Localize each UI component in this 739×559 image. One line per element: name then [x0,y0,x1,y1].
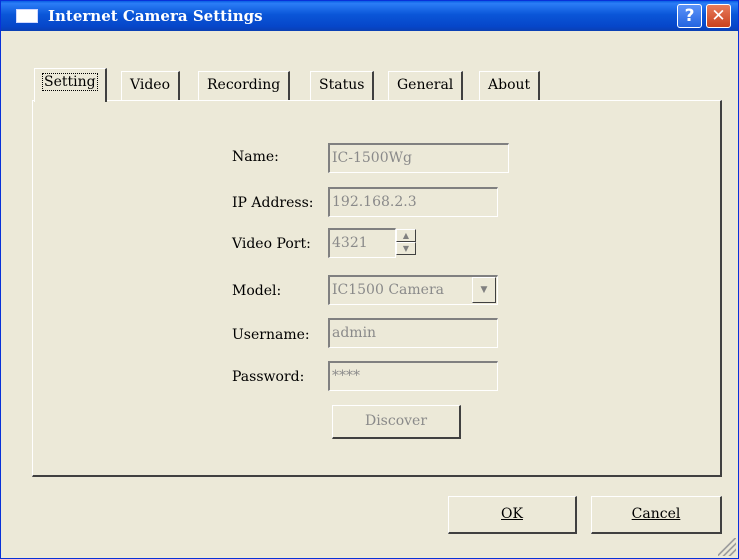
spin-up-icon[interactable]: ▲ [396,229,416,242]
window-icon [16,9,38,23]
window-title: Internet Camera Settings [48,7,263,25]
chevron-down-icon[interactable]: ▼ [472,277,496,303]
resize-grip-icon[interactable] [718,538,736,556]
tab-about-label: About [488,77,531,93]
username-label: Username: [232,327,310,343]
title-bar[interactable]: Internet Camera Settings ? ✕ [1,1,738,31]
model-label: Model: [232,283,282,299]
ip-address-field[interactable]: 192.168.2.3 [328,187,498,217]
tab-video-label: Video [130,77,171,93]
tab-setting[interactable]: Setting [34,68,107,102]
video-port-spinner[interactable]: ▲ ▼ [396,229,416,256]
video-port-label: Video Port: [232,236,311,252]
password-field[interactable]: **** [328,361,498,391]
settings-window: Internet Camera Settings ? ✕ Setting Vid… [0,0,739,559]
ok-button[interactable]: OK [448,496,577,534]
tab-status[interactable]: Status [310,71,375,100]
discover-button[interactable]: Discover [332,405,461,439]
tab-setting-label: Setting [42,73,98,91]
tab-general[interactable]: General [388,71,464,100]
password-label: Password: [232,369,305,385]
tab-recording-label: Recording [207,77,281,93]
ip-address-label: IP Address: [232,195,314,211]
tab-about[interactable]: About [479,71,541,100]
tab-video[interactable]: Video [121,71,181,100]
tab-general-label: General [397,77,454,93]
tab-status-label: Status [319,77,365,93]
video-port-field[interactable]: 4321 [328,228,396,258]
close-button[interactable]: ✕ [706,4,731,28]
help-button[interactable]: ? [677,4,702,28]
spin-down-icon[interactable]: ▼ [396,242,416,255]
tab-recording[interactable]: Recording [198,71,291,100]
name-field[interactable]: IC-1500Wg [328,143,509,173]
name-label: Name: [232,149,279,165]
cancel-button[interactable]: Cancel [591,496,722,534]
username-field[interactable]: admin [328,318,498,348]
